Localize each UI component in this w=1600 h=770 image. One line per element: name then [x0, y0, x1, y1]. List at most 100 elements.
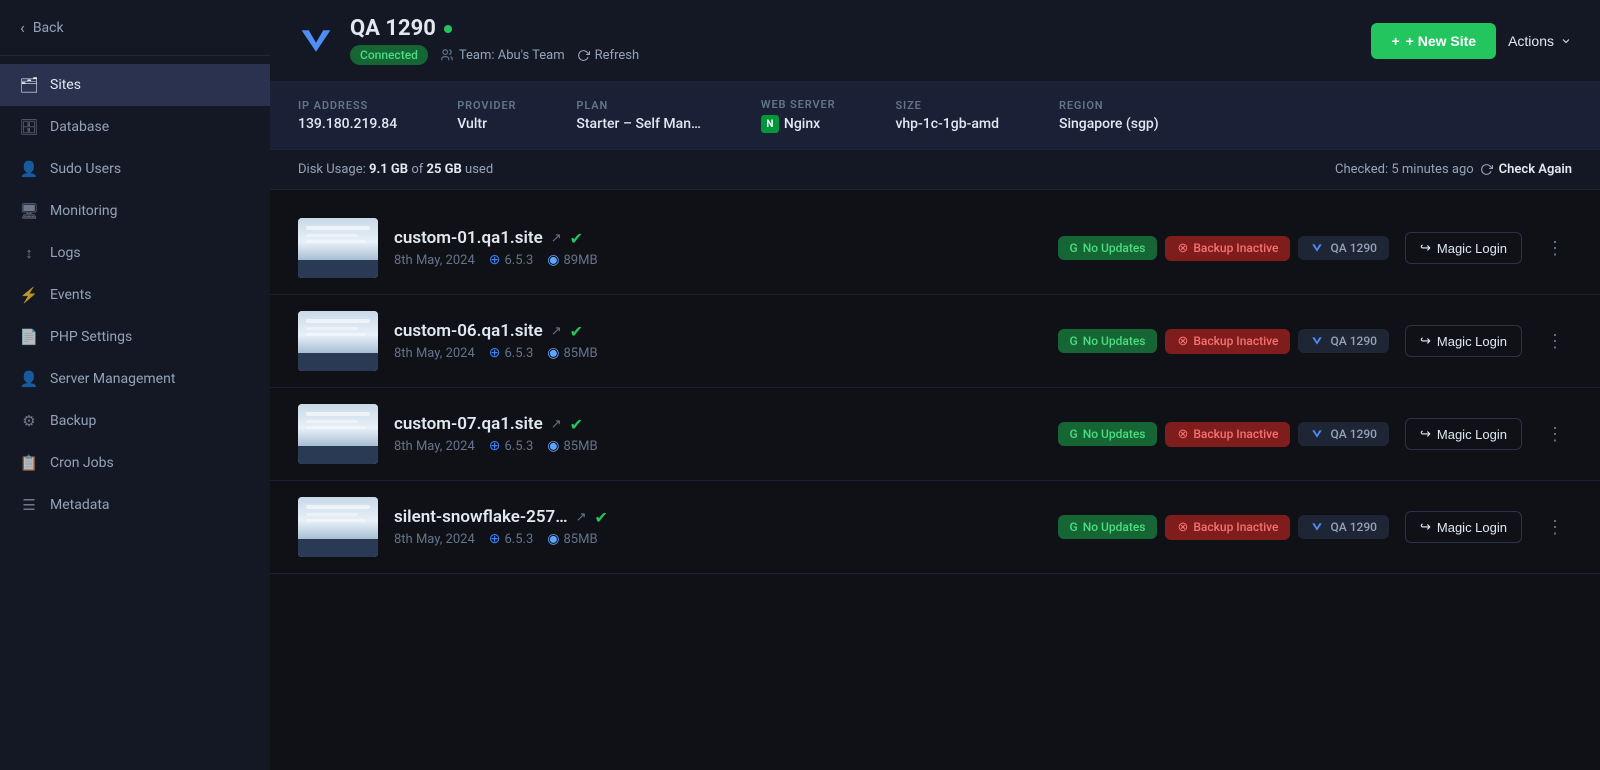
size-label: SIZE — [895, 99, 999, 112]
php-settings-icon: 📄 — [20, 328, 38, 346]
site-thumbnail — [298, 404, 378, 464]
site-badges: G No Updates ⊗ Backup Inactive QA 1290 — [1058, 515, 1389, 540]
sidebar-item-php-settings[interactable]: 📄 PHP Settings — [0, 316, 270, 358]
provider-value: Vultr — [457, 116, 516, 132]
updates-icon: G — [1070, 520, 1078, 534]
site-wp-version: ⊕ 6.5.3 — [489, 345, 534, 361]
events-icon: ⚡ — [20, 286, 38, 304]
site-size: ◉ 85MB — [547, 345, 597, 361]
new-site-button[interactable]: + + New Site — [1371, 23, 1496, 59]
main-content: QA 1290 Connected Team: Abu's Team Refre… — [270, 0, 1600, 770]
site-meta: 8th May, 2024 ⊕ 6.5.3 ◉ 85MB — [394, 345, 1042, 361]
sidebar-item-monitoring[interactable]: 🖥 Monitoring — [0, 190, 270, 232]
sidebar: ‹ Back 🗂 Sites 🗄 Database 👤 Sudo Users 🖥… — [0, 0, 270, 770]
region-label: REGION — [1059, 99, 1159, 112]
site-name: silent-snowflake-257… — [394, 507, 568, 527]
sidebar-item-events[interactable]: ⚡ Events — [0, 274, 270, 316]
sidebar-item-label-sudo-users: Sudo Users — [50, 161, 121, 177]
magic-login-button[interactable]: ↪ Magic Login — [1405, 232, 1522, 264]
logs-icon: ↕ — [20, 244, 38, 262]
chevron-down-icon — [1560, 35, 1572, 47]
ip-address-group: IP ADDRESS 139.180.219.84 — [298, 99, 397, 132]
check-again-section: Checked: 5 minutes ago Check Again — [1335, 162, 1572, 177]
more-options-button[interactable]: ⋮ — [1538, 421, 1572, 447]
site-date: 8th May, 2024 — [394, 253, 475, 268]
provider-label: PROVIDER — [457, 99, 516, 112]
sidebar-item-server-management[interactable]: 👤 Server Management — [0, 358, 270, 400]
magic-login-button[interactable]: ↪ Magic Login — [1405, 511, 1522, 543]
external-link-icon[interactable]: ↗ — [576, 510, 587, 525]
magic-login-button[interactable]: ↪ Magic Login — [1405, 418, 1522, 450]
site-thumbnail — [298, 218, 378, 278]
team-label: Team: Abu's Team — [440, 48, 565, 63]
wordpress-icon: ⊕ — [489, 531, 501, 547]
more-options-button[interactable]: ⋮ — [1538, 328, 1572, 354]
site-thumbnail — [298, 497, 378, 557]
check-again-button[interactable]: Check Again — [1499, 162, 1572, 177]
database-icon: 🗄 — [20, 118, 38, 136]
sites-icon: 🗂 — [20, 76, 38, 94]
site-name-row: custom-01.qa1.site ↗ ✔ — [394, 228, 1042, 248]
site-thumbnail-image — [298, 497, 378, 557]
external-link-icon[interactable]: ↗ — [551, 231, 562, 246]
site-wp-version: ⊕ 6.5.3 — [489, 531, 534, 547]
more-options-button[interactable]: ⋮ — [1538, 235, 1572, 261]
external-link-icon[interactable]: ↗ — [551, 417, 562, 432]
plan-label: PLAN — [576, 99, 701, 112]
sidebar-item-label-events: Events — [50, 287, 91, 303]
backup-icon: ⚙ — [20, 412, 38, 430]
sidebar-item-sites[interactable]: 🗂 Sites — [0, 64, 270, 106]
site-info: custom-01.qa1.site ↗ ✔ 8th May, 2024 ⊕ 6… — [394, 228, 1042, 268]
site-info: custom-06.qa1.site ↗ ✔ 8th May, 2024 ⊕ 6… — [394, 321, 1042, 361]
vultr-server-icon — [1310, 521, 1324, 533]
site-wp-version: ⊕ 6.5.3 — [489, 252, 534, 268]
back-button[interactable]: ‹ Back — [0, 0, 270, 56]
site-size: ◉ 85MB — [547, 531, 597, 547]
sidebar-item-cron-jobs[interactable]: 📋 Cron Jobs — [0, 442, 270, 484]
backup-icon: ⊗ — [1177, 427, 1188, 442]
site-date: 8th May, 2024 — [394, 532, 475, 547]
site-badges: G No Updates ⊗ Backup Inactive QA 1290 — [1058, 236, 1389, 261]
back-arrow-icon: ‹ — [20, 18, 25, 37]
sidebar-item-label-cron-jobs: Cron Jobs — [50, 455, 114, 471]
site-name: custom-01.qa1.site — [394, 228, 543, 248]
site-badges: G No Updates ⊗ Backup Inactive QA 1290 — [1058, 422, 1389, 447]
region-group: REGION Singapore (sgp) — [1059, 99, 1159, 132]
more-options-button[interactable]: ⋮ — [1538, 514, 1572, 540]
vultr-server-icon — [1310, 428, 1324, 440]
backup-icon: ⊗ — [1177, 334, 1188, 349]
disk-usage-bar: Disk Usage: 9.1 GB of 25 GB used Checked… — [270, 150, 1600, 190]
sidebar-item-database[interactable]: 🗄 Database — [0, 106, 270, 148]
sidebar-item-label-logs: Logs — [50, 245, 81, 261]
sidebar-nav: 🗂 Sites 🗄 Database 👤 Sudo Users 🖥 Monito… — [0, 56, 270, 534]
site-wp-version: ⊕ 6.5.3 — [489, 438, 534, 454]
sidebar-item-sudo-users[interactable]: 👤 Sudo Users — [0, 148, 270, 190]
wordpress-icon: ⊕ — [489, 252, 501, 268]
connected-badge: Connected — [350, 45, 428, 65]
server-name: QA 1290 — [350, 16, 436, 41]
status-check-icon: ✔ — [570, 322, 583, 341]
status-check-icon: ✔ — [594, 508, 607, 527]
magic-login-button[interactable]: ↪ Magic Login — [1405, 325, 1522, 357]
refresh-icon — [577, 49, 590, 62]
external-link-icon[interactable]: ↗ — [551, 324, 562, 339]
no-updates-badge: G No Updates — [1058, 329, 1158, 353]
site-meta: 8th May, 2024 ⊕ 6.5.3 ◉ 85MB — [394, 531, 1042, 547]
sidebar-item-label-database: Database — [50, 119, 109, 135]
nginx-icon: N — [761, 115, 779, 133]
site-date: 8th May, 2024 — [394, 439, 475, 454]
sidebar-item-metadata[interactable]: ☰ Metadata — [0, 484, 270, 526]
refresh-button[interactable]: Refresh — [577, 48, 639, 63]
login-icon: ↪ — [1420, 426, 1431, 442]
new-site-icon: + — [1391, 33, 1399, 49]
cron-jobs-icon: 📋 — [20, 454, 38, 472]
site-thumbnail-image — [298, 218, 378, 278]
site-info: silent-snowflake-257… ↗ ✔ 8th May, 2024 … — [394, 507, 1042, 547]
provider-group: PROVIDER Vultr — [457, 99, 516, 132]
backup-icon: ⊗ — [1177, 520, 1188, 535]
status-check-icon: ✔ — [570, 415, 583, 434]
actions-button[interactable]: Actions — [1508, 33, 1572, 49]
sidebar-item-backup[interactable]: ⚙ Backup — [0, 400, 270, 442]
site-name: custom-07.qa1.site — [394, 414, 543, 434]
sidebar-item-logs[interactable]: ↕ Logs — [0, 232, 270, 274]
